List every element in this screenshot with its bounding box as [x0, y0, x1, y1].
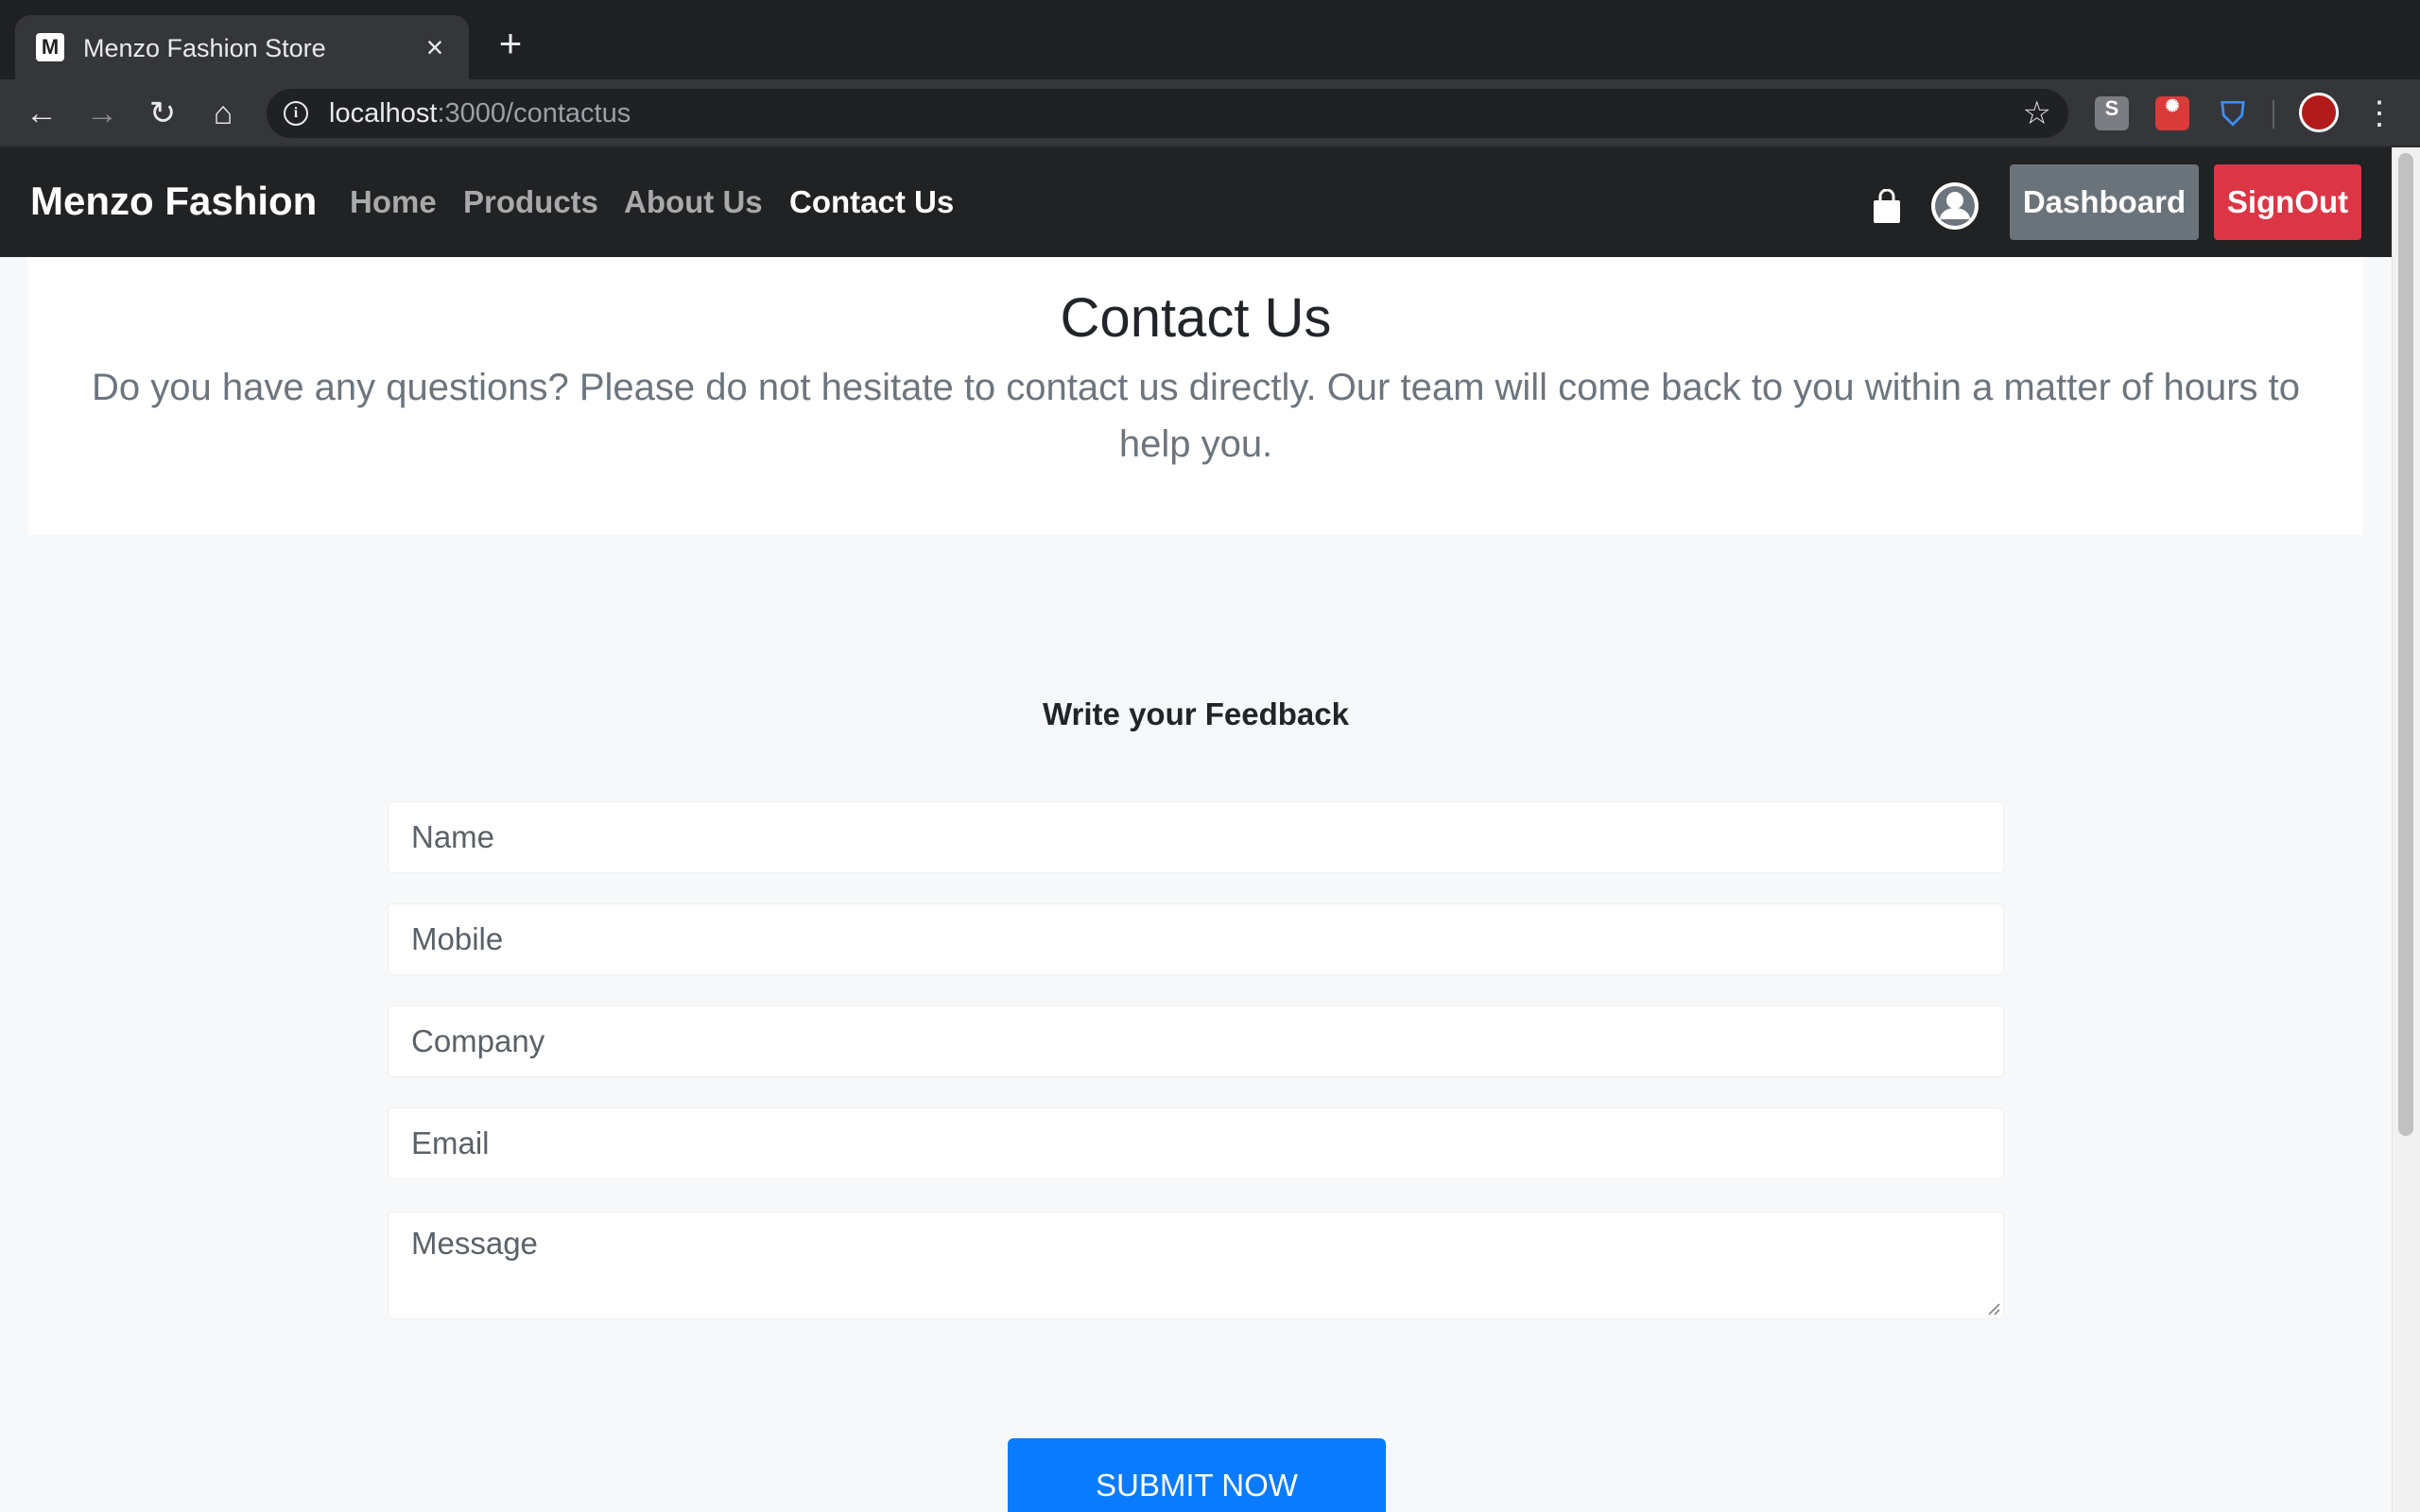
url-host: localhost — [329, 98, 438, 129]
feedback-heading: Write your Feedback — [1043, 696, 1349, 731]
page-lead-text: Do you have any questions? Please do not… — [91, 367, 2301, 465]
site-navbar: Menzo Fashion Home Products About Us Con… — [0, 147, 2392, 257]
nav-link-home[interactable]: Home — [350, 183, 437, 221]
resize-grip-icon[interactable] — [1987, 1302, 2000, 1315]
bookmark-star-icon[interactable]: ☆ — [2023, 94, 2051, 132]
forward-arrow-icon[interactable]: → — [81, 93, 123, 134]
signout-button[interactable]: SignOut — [2214, 164, 2361, 240]
bug-extension-icon[interactable]: ✺ — [2155, 96, 2189, 130]
scrollbar-thumb[interactable] — [2398, 153, 2413, 1136]
toolbar-divider — [2273, 100, 2274, 129]
new-tab-icon[interactable]: + — [492, 24, 529, 63]
favicon-icon: M — [36, 33, 64, 61]
home-icon[interactable]: ⌂ — [202, 93, 244, 134]
nav-link-about[interactable]: About Us — [624, 183, 763, 221]
reload-icon[interactable]: ↻ — [142, 93, 183, 134]
menu-kebab-icon[interactable]: ⋮ — [2363, 93, 2395, 134]
nav-link-contact[interactable]: Contact Us — [789, 183, 954, 221]
site-info-icon[interactable]: i — [284, 101, 308, 126]
s-extension-icon[interactable]: S — [2095, 96, 2129, 130]
profile-avatar[interactable] — [2299, 93, 2339, 132]
url-path: :3000/contactus — [437, 98, 631, 129]
email-input[interactable] — [388, 1108, 2004, 1179]
name-input[interactable] — [388, 801, 2004, 873]
browser-tab[interactable]: M Menzo Fashion Store × — [15, 15, 469, 79]
shield-extension-icon[interactable]: ⛉ — [2216, 96, 2250, 132]
nav-link-products[interactable]: Products — [463, 183, 598, 221]
shopping-bag-icon[interactable] — [1872, 189, 1902, 223]
brand-logo[interactable]: Menzo Fashion — [30, 178, 317, 225]
user-profile-icon[interactable] — [1930, 181, 1979, 231]
address-bar[interactable]: i localhost:3000/contactus ☆ — [267, 89, 2068, 138]
message-textarea[interactable] — [388, 1211, 2004, 1319]
page-scrollbar[interactable] — [2392, 147, 2420, 1512]
page-title: Contact Us — [1060, 287, 1332, 349]
close-tab-icon[interactable]: × — [418, 30, 452, 64]
back-arrow-icon[interactable]: ← — [21, 93, 62, 134]
submit-button[interactable]: SUBMIT NOW — [1008, 1438, 1386, 1512]
page-viewport: Menzo Fashion Home Products About Us Con… — [0, 147, 2420, 1512]
browser-toolbar: ← → ↻ ⌂ i localhost:3000/contactus ☆ S ✺… — [0, 79, 2420, 147]
url-text: localhost:3000/contactus — [329, 97, 631, 129]
browser-tabstrip: M Menzo Fashion Store × + — [0, 0, 2420, 79]
tab-title: Menzo Fashion Store — [83, 34, 326, 62]
contact-header-card: Contact Us Do you have any questions? Pl… — [28, 257, 2363, 535]
mobile-input[interactable] — [388, 903, 2004, 975]
dashboard-button[interactable]: Dashboard — [2010, 164, 2199, 240]
company-input[interactable] — [388, 1005, 2004, 1077]
